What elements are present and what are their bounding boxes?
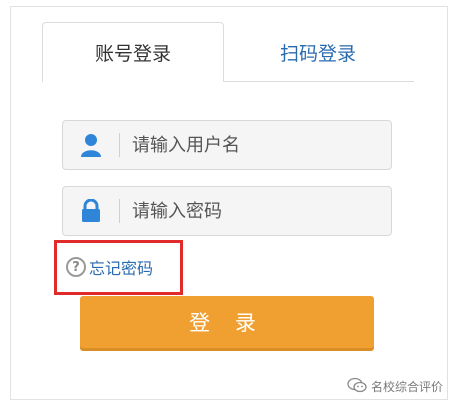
- forgot-password-label: 忘记密码: [89, 259, 154, 278]
- forgot-password-link[interactable]: ? 忘记密码: [66, 254, 153, 280]
- tab-account-login-label: 账号登录: [94, 43, 171, 65]
- password-input[interactable]: [120, 187, 391, 235]
- username-input[interactable]: [120, 121, 391, 169]
- lock-icon: [63, 187, 119, 235]
- tab-qrcode-login-label: 扫码登录: [279, 42, 356, 65]
- user-icon: [63, 121, 119, 169]
- tab-account-login[interactable]: 账号登录: [42, 22, 224, 82]
- login-button[interactable]: 登 录: [80, 296, 374, 348]
- username-field[interactable]: [62, 120, 392, 170]
- login-tabs: 账号登录 扫码登录: [42, 22, 414, 82]
- wechat-icon: [347, 377, 367, 396]
- question-icon: ?: [66, 257, 86, 277]
- watermark: 名校综合评价: [347, 377, 443, 396]
- tab-qrcode-login[interactable]: 扫码登录: [225, 22, 411, 82]
- password-field[interactable]: [62, 186, 392, 236]
- watermark-text: 名校综合评价: [370, 380, 443, 394]
